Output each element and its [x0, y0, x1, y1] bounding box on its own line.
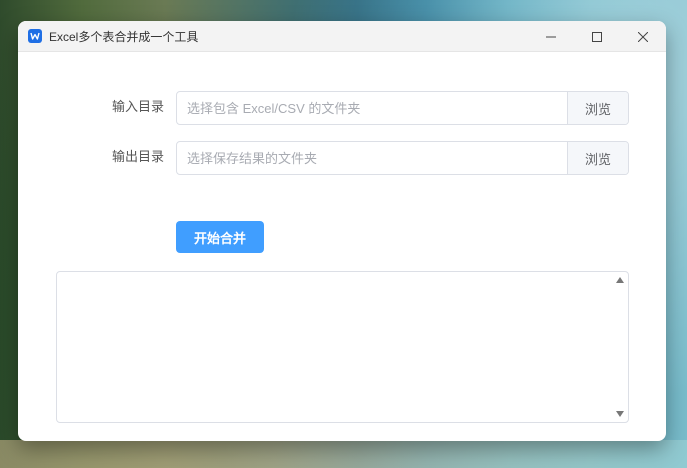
window-title: Excel多个表合并成一个工具 [49, 29, 199, 44]
scroll-up-icon[interactable] [615, 275, 625, 285]
title-bar[interactable]: Excel多个表合并成一个工具 [18, 21, 666, 52]
window-controls [528, 21, 666, 51]
minimize-button[interactable] [528, 21, 574, 51]
input-dir-group: 浏览 [176, 91, 629, 125]
input-dir-row: 输入目录 浏览 [18, 91, 666, 125]
log-text [57, 272, 628, 284]
output-dir-row: 输出目录 浏览 [18, 141, 666, 175]
input-dir-label: 输入目录 [111, 99, 164, 114]
log-textarea[interactable] [56, 271, 629, 423]
app-icon [28, 29, 42, 43]
minimize-icon [546, 27, 556, 46]
scroll-down-icon[interactable] [615, 409, 625, 419]
close-button[interactable] [620, 21, 666, 51]
start-merge-button[interactable]: 开始合并 [176, 221, 264, 253]
input-dir-field[interactable] [177, 92, 567, 124]
close-icon [637, 27, 649, 46]
output-dir-label: 输出目录 [111, 149, 164, 164]
output-dir-field[interactable] [177, 142, 567, 174]
maximize-icon [592, 27, 602, 46]
window-content: 输入目录 浏览 输出目录 浏览 开始合并 [18, 52, 666, 441]
input-dir-browse-button[interactable]: 浏览 [567, 92, 628, 124]
app-window: Excel多个表合并成一个工具 输入目录 选择包含 Excel/CSV 的文件夹… [18, 21, 666, 441]
output-dir-browse-button[interactable]: 浏览 [567, 142, 628, 174]
output-dir-group: 浏览 [176, 141, 629, 175]
maximize-button[interactable] [574, 21, 620, 51]
